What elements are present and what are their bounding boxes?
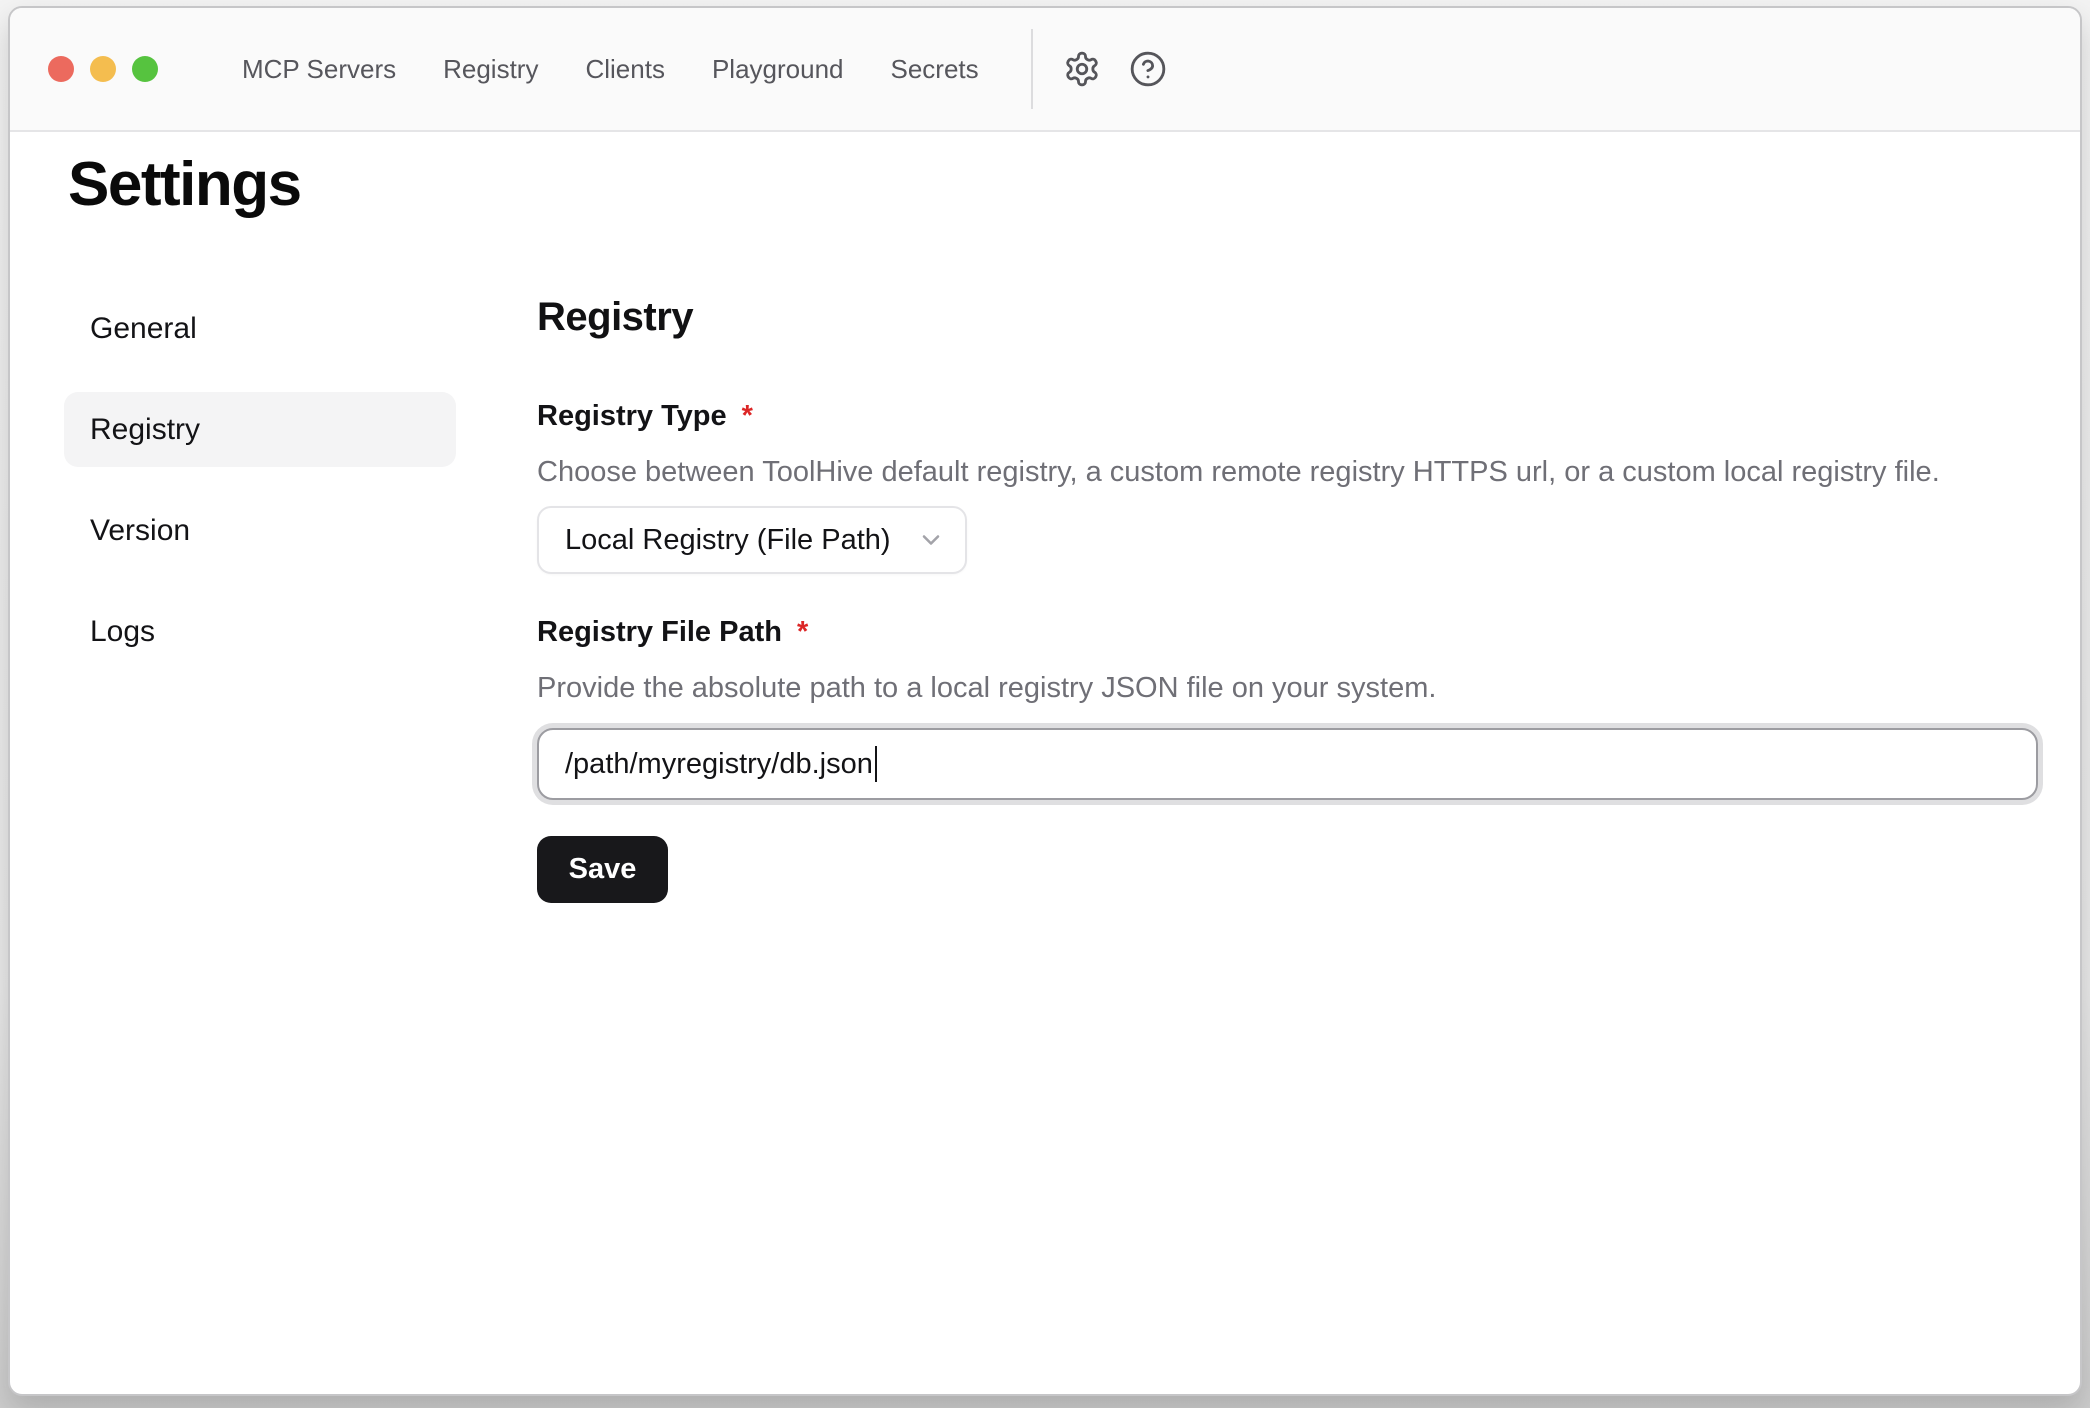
zoom-button[interactable] <box>132 56 158 82</box>
sidebar-item-logs[interactable]: Logs <box>64 594 456 669</box>
registry-file-path-value: /path/myregistry/db.json <box>565 748 873 781</box>
nav-item-secrets[interactable]: Secrets <box>891 54 979 85</box>
registry-file-path-label-text: Registry File Path <box>537 614 782 650</box>
settings-gear-icon[interactable] <box>1063 50 1101 88</box>
sidebar-item-version[interactable]: Version <box>64 493 456 568</box>
page-title: Settings <box>68 154 301 216</box>
nav-item-registry[interactable]: Registry <box>443 54 538 85</box>
registry-type-select[interactable]: Local Registry (File Path) <box>537 506 967 574</box>
titlebar: MCP Servers Registry Clients Playground … <box>10 8 2080 132</box>
text-cursor <box>875 746 877 782</box>
registry-file-path-input[interactable]: /path/myregistry/db.json <box>537 728 2038 800</box>
registry-type-selected-value: Local Registry (File Path) <box>565 524 891 557</box>
nav-item-mcp-servers[interactable]: MCP Servers <box>242 54 396 85</box>
close-button[interactable] <box>48 56 74 82</box>
titlebar-icons <box>1063 50 1167 88</box>
app-window: MCP Servers Registry Clients Playground … <box>8 6 2082 1396</box>
registry-file-path-description: Provide the absolute path to a local reg… <box>537 670 2038 706</box>
settings-sidebar: General Registry Version Logs <box>64 291 456 695</box>
help-icon[interactable] <box>1129 50 1167 88</box>
required-marker: * <box>742 398 753 434</box>
nav-item-clients[interactable]: Clients <box>585 54 664 85</box>
section-heading: Registry <box>537 293 2038 341</box>
registry-type-label: Registry Type * <box>537 398 2038 434</box>
save-button[interactable]: Save <box>537 836 668 903</box>
registry-type-label-text: Registry Type <box>537 398 727 434</box>
sidebar-item-registry[interactable]: Registry <box>64 392 456 467</box>
titlebar-divider <box>1031 29 1033 109</box>
sidebar-item-general[interactable]: General <box>64 291 456 366</box>
registry-type-description: Choose between ToolHive default registry… <box>537 454 2038 490</box>
required-marker: * <box>797 614 808 650</box>
top-navigation: MCP Servers Registry Clients Playground … <box>242 54 979 85</box>
minimize-button[interactable] <box>90 56 116 82</box>
nav-item-playground[interactable]: Playground <box>712 54 844 85</box>
registry-file-path-label: Registry File Path * <box>537 614 2038 650</box>
window-controls <box>48 56 158 82</box>
registry-settings-panel: Registry Registry Type * Choose between … <box>537 293 2038 903</box>
chevron-down-icon <box>917 526 945 554</box>
